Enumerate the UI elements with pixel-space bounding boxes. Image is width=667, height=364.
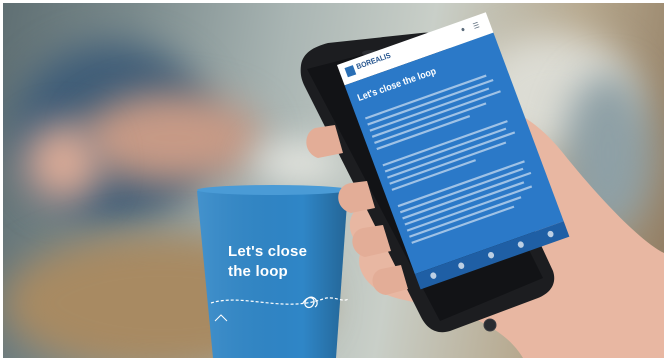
cup-slogan-line1: Let's close xyxy=(228,243,308,260)
photo: BOREALIS ● ☰ Let's close the loop Let's … xyxy=(3,3,664,358)
nav-icon[interactable] xyxy=(516,240,525,249)
share-icon[interactable]: ● xyxy=(460,26,467,35)
nav-icon[interactable] xyxy=(457,261,466,270)
text-line xyxy=(364,74,487,120)
text-line xyxy=(384,127,507,173)
nav-icon[interactable] xyxy=(546,230,555,239)
foreground-scene xyxy=(197,32,664,358)
borealis-logo-icon xyxy=(344,65,357,78)
menu-icon[interactable]: ☰ xyxy=(472,21,481,31)
cup-slogan-line2: the loop xyxy=(228,263,288,280)
nav-icon[interactable] xyxy=(487,251,495,260)
nav-home-icon[interactable] xyxy=(429,271,438,280)
